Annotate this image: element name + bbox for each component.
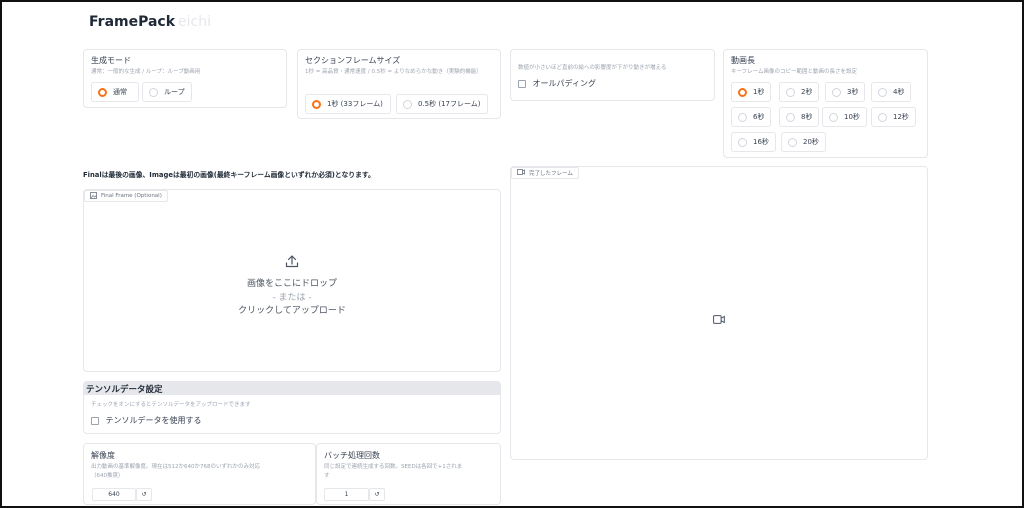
radio-dot-selected bbox=[738, 87, 747, 97]
radio-dot bbox=[149, 87, 158, 97]
radio-dot bbox=[878, 87, 887, 97]
padding-info: 数値が小さいほど直前の絵への影響度が下がり動きが増える bbox=[518, 65, 667, 71]
video-length-info: キーフレーム画像のコピー範囲と動画の長さを設定 bbox=[731, 69, 858, 75]
radio-label: 10秒 bbox=[844, 113, 860, 121]
batch-count-label: バッチ処理回数 bbox=[324, 451, 380, 460]
radio-label: 1秒 (33フレーム) bbox=[327, 100, 383, 108]
resolution-info-line2: （640推奨） bbox=[91, 473, 124, 479]
drop-text: 画像をここにドロップ bbox=[246, 279, 337, 289]
or-text: - または - bbox=[272, 293, 312, 303]
radio-length-2s[interactable]: 2秒 bbox=[779, 82, 819, 102]
resolution-label: 解像度 bbox=[91, 451, 115, 460]
video-length-label: 動画長 bbox=[731, 56, 755, 65]
radio-dot bbox=[829, 112, 838, 122]
batch-count-input[interactable]: 1 bbox=[324, 488, 369, 501]
image-requirement-note: Finalは最後の画像、Imageは最初の画像(最終キーフレーム画像といずれか必… bbox=[83, 171, 375, 179]
completed-frame-tag: 完了したフレーム bbox=[511, 167, 579, 179]
radio-length-3s[interactable]: 3秒 bbox=[825, 82, 865, 102]
checkbox-label: オールパディング bbox=[532, 79, 596, 88]
resolution-input[interactable]: 640 bbox=[92, 488, 136, 501]
checkbox-box[interactable] bbox=[518, 79, 526, 88]
radio-label: 1秒 bbox=[753, 88, 765, 96]
radio-length-1s[interactable]: 1秒 bbox=[731, 82, 771, 102]
radio-dot bbox=[878, 112, 887, 122]
radio-dot bbox=[832, 87, 841, 97]
generation-mode-label: 生成モード bbox=[91, 56, 131, 65]
radio-dot bbox=[403, 99, 412, 109]
app-title-main: FramePack bbox=[89, 14, 176, 30]
reset-icon: ↺ bbox=[141, 491, 147, 498]
radio-dot bbox=[788, 137, 797, 147]
checkbox-box[interactable] bbox=[91, 416, 99, 425]
radio-label: 16秒 bbox=[753, 138, 769, 146]
radio-dot bbox=[738, 112, 747, 122]
final-frame-tag: Final Frame (Optional) bbox=[84, 190, 168, 202]
tensor-settings-panel: テンソルデータ設定 チェックをオンにするとテンソルデータをアップロードできます … bbox=[83, 381, 501, 434]
radio-label: 6秒 bbox=[753, 113, 765, 121]
section-frame-size-info: 1秒 = 高品質・通常速度 / 0.5秒 = よりなめらかな動き（実験的機能） bbox=[305, 69, 482, 75]
radio-label: 8秒 bbox=[801, 113, 813, 121]
final-frame-tag-label: Final Frame (Optional) bbox=[101, 193, 162, 199]
radio-label: 通常 bbox=[113, 88, 127, 96]
radio-dot-selected bbox=[312, 99, 321, 109]
radio-length-16s[interactable]: 16秒 bbox=[731, 132, 776, 152]
batch-reset-button[interactable]: ↺ bbox=[369, 488, 385, 501]
radio-length-10s[interactable]: 10秒 bbox=[822, 107, 867, 127]
video-placeholder-icon bbox=[713, 309, 725, 328]
batch-info-line1: 同じ設定で連続生成する回数。SEEDは各回で+1されま bbox=[324, 464, 463, 470]
tensor-settings-title: テンソルデータ設定 bbox=[86, 385, 163, 395]
padding-panel: 数値が小さいほど直前の絵への影響度が下がり動きが増える オールパディング bbox=[510, 49, 715, 101]
video-length-panel: 動画長 キーフレーム画像のコピー範囲と動画の長さを設定 1秒 2秒 3秒 4秒 … bbox=[723, 49, 928, 158]
all-padding-checkbox[interactable]: オールパディング bbox=[518, 78, 596, 89]
radio-length-12s[interactable]: 12秒 bbox=[871, 107, 916, 127]
generation-mode-info: 通常：一般的な生成 / ループ：ループ動画用 bbox=[91, 69, 201, 75]
radio-length-20s[interactable]: 20秒 bbox=[781, 132, 826, 152]
radio-label: 2秒 bbox=[801, 88, 813, 96]
radio-label: 12秒 bbox=[893, 113, 909, 121]
radio-length-6s[interactable]: 6秒 bbox=[731, 107, 771, 127]
upload-icon bbox=[285, 253, 299, 272]
image-icon bbox=[90, 191, 97, 201]
radio-length-4s[interactable]: 4秒 bbox=[871, 82, 911, 102]
radio-section-1s[interactable]: 1秒 (33フレーム) bbox=[305, 94, 391, 114]
radio-label: 0.5秒 (17フレーム) bbox=[418, 100, 481, 108]
completed-frame-tag-label: 完了したフレーム bbox=[529, 171, 573, 177]
resolution-reset-button[interactable]: ↺ bbox=[136, 488, 152, 501]
tensor-info: チェックをオンにするとテンソルデータをアップロードできます bbox=[91, 402, 251, 408]
radio-label: 20秒 bbox=[803, 138, 819, 146]
app-title: FramePack eichi bbox=[89, 14, 211, 30]
section-frame-size-label: セクションフレームサイズ bbox=[305, 56, 401, 65]
section-frame-size-panel: セクションフレームサイズ 1秒 = 高品質・通常速度 / 0.5秒 = よりなめ… bbox=[297, 49, 501, 119]
radio-label: 3秒 bbox=[847, 88, 859, 96]
batch-count-panel: バッチ処理回数 同じ設定で連続生成する回数。SEEDは各回で+1されま す 1 … bbox=[316, 443, 501, 505]
use-tensor-checkbox[interactable]: テンソルデータを使用する bbox=[91, 415, 202, 426]
radio-dot bbox=[738, 137, 747, 147]
radio-length-8s[interactable]: 8秒 bbox=[779, 107, 819, 127]
radio-dot bbox=[786, 112, 795, 122]
radio-dot-selected bbox=[98, 87, 107, 97]
app-title-suffix: eichi bbox=[178, 14, 212, 30]
radio-mode-loop[interactable]: ループ bbox=[142, 82, 192, 102]
radio-label: 4秒 bbox=[893, 88, 905, 96]
radio-section-05s[interactable]: 0.5秒 (17フレーム) bbox=[396, 94, 488, 114]
video-icon bbox=[517, 169, 525, 177]
tensor-settings-header[interactable]: テンソルデータ設定 bbox=[84, 382, 500, 395]
resolution-info-line1: 出力動画の基準解像度。現在は512か640か768のいずれかのみ対応 bbox=[91, 464, 260, 470]
radio-mode-normal[interactable]: 通常 bbox=[91, 82, 139, 102]
resolution-panel: 解像度 出力動画の基準解像度。現在は512か640か768のいずれかのみ対応 （… bbox=[83, 443, 316, 505]
radio-label: ループ bbox=[164, 88, 185, 96]
reset-icon: ↺ bbox=[374, 491, 380, 498]
radio-dot bbox=[786, 87, 795, 97]
completed-frame-panel: 完了したフレーム bbox=[510, 166, 928, 460]
generation-mode-panel: 生成モード 通常：一般的な生成 / ループ：ループ動画用 通常 ループ bbox=[83, 49, 287, 108]
final-frame-upload[interactable]: Final Frame (Optional) 画像をここにドロップ - または … bbox=[83, 189, 501, 372]
click-upload-text: クリックしてアップロード bbox=[238, 306, 346, 316]
batch-info-line2: す bbox=[324, 473, 330, 479]
checkbox-label: テンソルデータを使用する bbox=[105, 416, 202, 425]
